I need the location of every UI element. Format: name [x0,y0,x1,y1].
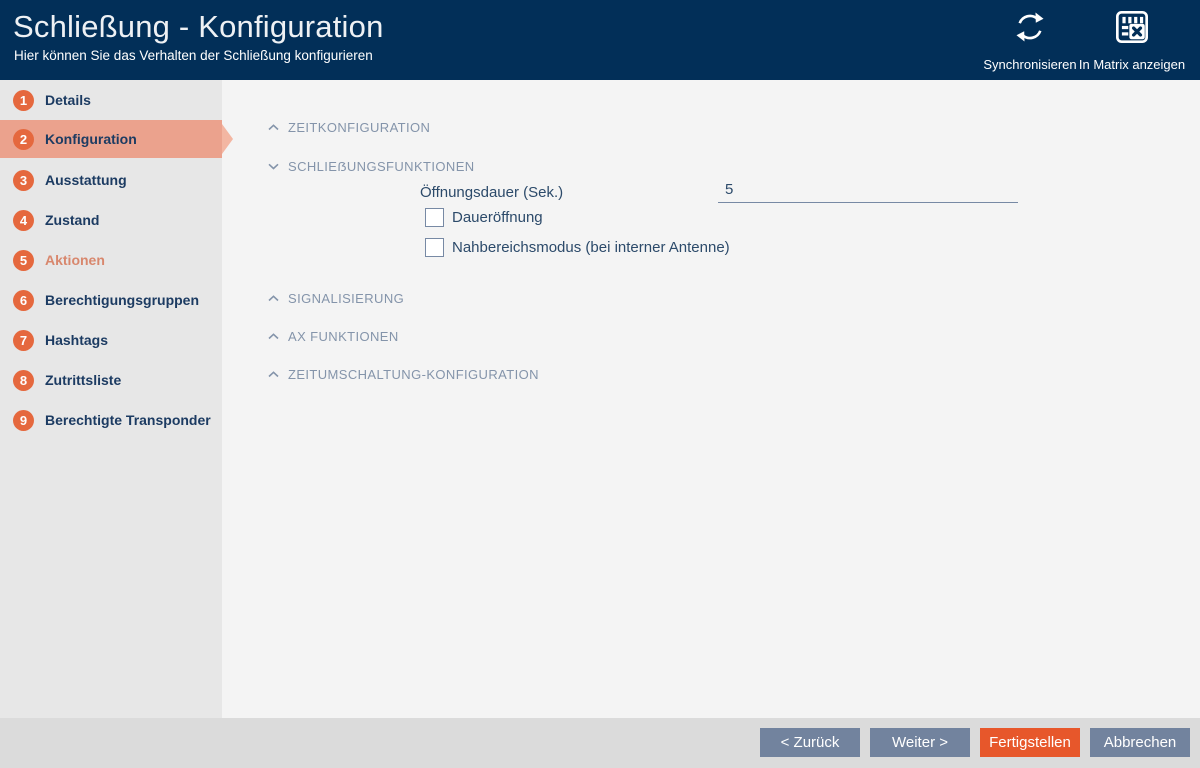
sidebar-item-berechtigte-transponder[interactable]: 9 Berechtigte Transponder [0,401,222,439]
chevron-down-icon [268,163,279,170]
section-ax-funktionen[interactable]: AX FUNKTIONEN [268,329,399,344]
sync-icon [1013,10,1047,44]
show-in-matrix-button[interactable]: In Matrix anzeigen [1078,10,1186,72]
section-signalisierung[interactable]: SIGNALISIERUNG [268,291,404,306]
chevron-up-icon [268,333,279,340]
step-number-badge: 9 [13,409,34,431]
sidebar-item-hashtags[interactable]: 7 Hashtags [0,321,222,359]
step-number-badge: 5 [13,249,34,271]
nahbereichsmodus-label: Nahbereichsmodus (bei interner Antenne) [452,238,730,256]
finish-button[interactable]: Fertigstellen [980,728,1080,757]
synchronize-button[interactable]: Synchronisieren [978,10,1082,72]
sidebar-item-zutrittsliste[interactable]: 8 Zutrittsliste [0,361,222,399]
footer-bar: < Zurück Weiter > Fertigstellen Abbreche… [0,718,1200,768]
daueroeffnung-label: Daueröffnung [452,208,543,226]
sidebar-item-zustand[interactable]: 4 Zustand [0,201,222,239]
chevron-up-icon [268,295,279,302]
page-subtitle: Hier können Sie das Verhalten der Schlie… [14,48,373,63]
daueroeffnung-checkbox[interactable] [425,207,444,227]
nahbereichsmodus-checkbox[interactable] [425,237,444,257]
daueroeffnung-row: Daueröffnung [425,207,543,227]
section-zeitkonfiguration[interactable]: ZEITKONFIGURATION [268,120,430,135]
section-schliessungsfunktionen[interactable]: SCHLIEẞUNGSFUNKTIONEN [268,159,475,174]
opening-duration-label: Öffnungsdauer (Sek.) [420,184,564,201]
page-title: Schließung - Konfiguration [13,9,384,44]
chevron-up-icon [268,124,279,131]
app-window: Schließung - Konfiguration Hier können S… [0,0,1200,768]
matrix-icon [1115,10,1149,44]
cancel-button[interactable]: Abbrechen [1090,728,1190,757]
sidebar-item-berechtigungsgruppen[interactable]: 6 Berechtigungsgruppen [0,281,222,319]
synchronize-label: Synchronisieren [983,57,1077,72]
step-number-badge: 4 [13,209,34,231]
section-zeitumschaltung-konfiguration[interactable]: ZEITUMSCHALTUNG-KONFIGURATION [268,367,539,382]
active-step-pointer-icon [222,124,233,154]
header: Schließung - Konfiguration Hier können S… [0,0,1200,80]
sidebar-item-ausstattung[interactable]: 3 Ausstattung [0,161,222,199]
sidebar-item-details[interactable]: 1 Details [0,81,222,119]
sidebar-item-konfiguration[interactable]: 2 Konfiguration [0,120,222,158]
step-number-badge: 3 [13,169,34,191]
step-number-badge: 1 [13,89,34,111]
step-number-badge: 8 [13,369,34,391]
chevron-up-icon [268,371,279,378]
step-number-badge: 7 [13,329,34,351]
sidebar: 1 Details 2 Konfiguration 3 Ausstattung … [0,80,222,718]
show-in-matrix-label: In Matrix anzeigen [1078,57,1186,72]
step-number-badge: 6 [13,289,34,311]
step-number-badge: 2 [13,128,34,150]
back-button[interactable]: < Zurück [760,728,860,757]
opening-duration-input[interactable] [718,178,1018,203]
next-button[interactable]: Weiter > [870,728,970,757]
sidebar-item-aktionen[interactable]: 5 Aktionen [0,241,222,279]
nahbereichsmodus-row: Nahbereichsmodus (bei interner Antenne) [425,237,730,257]
